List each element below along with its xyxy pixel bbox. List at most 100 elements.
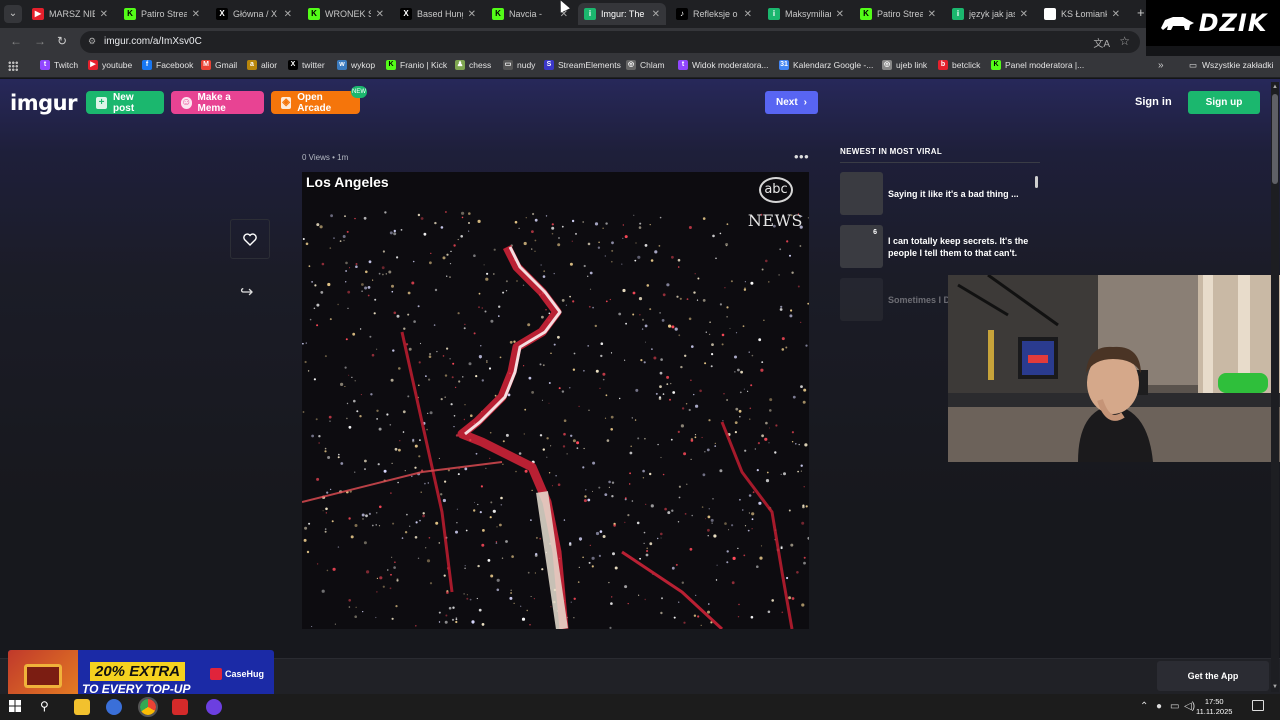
system-clock[interactable]: 17:50 11.11.2025 [1196, 697, 1232, 717]
bookmark-item[interactable]: b betclick [938, 60, 980, 70]
browser-tab[interactable]: X Based Hung ✕ [394, 3, 482, 25]
tab-title: KS Łomianki [1061, 9, 1107, 19]
bookmark-item[interactable]: ▭ nudy [503, 60, 535, 70]
bookmark-item[interactable]: M Gmail [201, 60, 237, 70]
tray-chevron-icon[interactable]: ⌃ [1140, 701, 1148, 712]
bookmark-item[interactable]: f Facebook [142, 60, 193, 70]
close-tab-icon[interactable]: ✕ [100, 9, 108, 20]
sidebar-post[interactable]: Saying it like it's a bad thing ... [840, 172, 1040, 215]
close-tab-icon[interactable]: ✕ [468, 9, 476, 20]
translate-icon[interactable]: 文A [1093, 35, 1110, 50]
sidebar-post[interactable]: 6 I can totally keep secrets. It's the p… [840, 225, 1040, 268]
close-tab-icon[interactable]: ✕ [1020, 9, 1028, 20]
browser-tab[interactable]: K WRONEK St ✕ [302, 3, 390, 25]
bookmark-item[interactable]: ◎ ujeb link [882, 60, 927, 70]
bookmark-star-icon[interactable]: ☆ [1119, 34, 1130, 48]
favorite-button[interactable] [230, 219, 270, 259]
bookmark-favicon-icon: ▶ [88, 60, 98, 70]
browser-tab[interactable]: i język jak jas ✕ [946, 3, 1034, 25]
chrome-icon[interactable] [138, 697, 158, 717]
back-icon[interactable]: ← [10, 34, 22, 48]
network-icon[interactable]: ▭ [1170, 701, 1179, 712]
new-post-button[interactable]: + New post [86, 91, 164, 114]
omnibox[interactable]: ⚙ imgur.com/a/ImXsv0C 文A ☆ [80, 31, 1140, 53]
browser-tab[interactable]: ♪ Refleksje o ✕ [670, 3, 758, 25]
recording-app-icon[interactable] [172, 699, 188, 715]
site-info-icon[interactable]: ⚙ [88, 36, 96, 47]
bookmark-item[interactable]: ♟ chess [455, 60, 491, 70]
bookmark-item[interactable]: Xtwitter [288, 60, 325, 70]
file-explorer-icon[interactable] [74, 699, 90, 715]
next-post-button[interactable]: Next › [765, 91, 818, 114]
tab-title: Maksymilian [785, 9, 831, 19]
browser-tab[interactable]: X Główna / X ✕ [210, 3, 298, 25]
webcam-scene [948, 275, 1280, 462]
casehug-promo-banner: 20% EXTRA TO EVERY TOP-UP CaseHug [8, 650, 274, 700]
close-tab-icon[interactable]: ✕ [652, 9, 660, 20]
bookmark-item[interactable]: w wykop [337, 60, 375, 70]
comment-count-badge: 6 [873, 229, 877, 236]
scroll-up-icon[interactable]: ▲ [1272, 84, 1278, 90]
bookmark-item[interactable]: 31 Kalendarz Google -... [779, 60, 873, 70]
sign-up-button[interactable]: Sign up [1188, 91, 1260, 114]
volume-icon[interactable]: ◁) [1184, 701, 1195, 712]
discord-icon[interactable] [206, 699, 222, 715]
notification-icon[interactable] [1252, 700, 1264, 711]
bookmark-label: youtube [102, 60, 133, 70]
browser-tab[interactable]: ▶ MARSZ NIEP ✕ [26, 3, 114, 25]
close-tab-icon[interactable]: ✕ [744, 9, 752, 20]
bookmark-label: nudy [517, 60, 536, 70]
browser-tab[interactable]: K Patiro Strea ✕ [118, 3, 206, 25]
forward-icon[interactable]: → [34, 34, 46, 48]
more-bookmarks-icon[interactable]: » [1158, 60, 1164, 71]
bookmark-favicon-icon: f [142, 60, 152, 70]
imgur-logo[interactable]: imgur [10, 91, 77, 115]
bookmark-item[interactable]: K Panel moderatora |... [991, 60, 1084, 70]
tab-search-button[interactable]: ⌄ [4, 5, 22, 23]
news-logo-text: NEWS [747, 211, 803, 230]
share-icon[interactable]: ↪ [240, 282, 253, 302]
windows-start-icon[interactable] [8, 699, 24, 715]
url-text[interactable]: imgur.com/a/ImXsv0C [104, 36, 202, 47]
bookmark-item[interactable]: ▶ youtube [88, 60, 132, 70]
next-label: Next [775, 97, 798, 108]
get-the-app-button[interactable]: Get the App [1157, 661, 1269, 691]
scrollbar-thumb[interactable] [1272, 94, 1278, 184]
close-tab-icon[interactable]: ✕ [928, 9, 936, 20]
open-arcade-button[interactable]: ◈ Open Arcade [271, 91, 360, 114]
bookmark-item[interactable]: S StreamElements [544, 60, 621, 70]
sign-in-link[interactable]: Sign in [1135, 96, 1172, 108]
scroll-down-icon[interactable]: ▼ [1272, 684, 1278, 690]
page-scrollbar[interactable]: ▲ ▼ [1271, 82, 1279, 692]
bookmark-item[interactable]: ◎ Chlam [626, 60, 665, 70]
search-icon[interactable]: ⚲ [40, 699, 56, 715]
tab-favicon-icon: i [768, 8, 780, 20]
bookmark-item[interactable]: a alior [247, 60, 277, 70]
microphone-icon[interactable]: ● [1156, 701, 1162, 712]
post-video[interactable]: Los Angeles abc NEWS [302, 172, 809, 629]
all-bookmarks-folder[interactable]: ▭ Wszystkie zakładki [1189, 60, 1273, 71]
bookmark-item[interactable]: t Widok moderatora... [678, 60, 769, 70]
reload-icon[interactable]: ↻ [57, 34, 67, 48]
new-tab-button[interactable]: + [1137, 5, 1145, 20]
plus-icon: + [96, 96, 108, 109]
close-tab-icon[interactable]: ✕ [376, 9, 384, 20]
more-options-icon[interactable]: ••• [794, 149, 809, 164]
browser-tab[interactable]: KS Łomianki ✕ [1038, 3, 1126, 25]
close-tab-icon[interactable]: ✕ [1112, 9, 1120, 20]
close-tab-icon[interactable]: ✕ [836, 9, 844, 20]
apps-grid-icon[interactable] [8, 61, 18, 71]
close-tab-icon[interactable]: ✕ [192, 9, 200, 20]
make-meme-button[interactable]: ☺ Make a Meme [171, 91, 264, 114]
bookmark-item[interactable]: t Twitch [40, 60, 78, 70]
browser-tab[interactable]: K Patiro Strea ✕ [854, 3, 942, 25]
tab-favicon-icon: K [492, 8, 504, 20]
bookmark-item[interactable]: K Franio | Kick [386, 60, 447, 70]
windows-taskbar: ⚲ ⌃ ● ▭ ◁) 17:50 11.11.2025 [0, 694, 1280, 720]
sidebar-scroll-thumb[interactable] [1035, 176, 1038, 188]
close-tab-icon[interactable]: ✕ [284, 9, 292, 20]
browser-tab[interactable]: i Imgur: The ✕ [578, 3, 666, 25]
browser-tab[interactable]: i Maksymilian ✕ [762, 3, 850, 25]
tab-favicon-icon: i [584, 8, 596, 20]
app-icon[interactable] [106, 699, 122, 715]
